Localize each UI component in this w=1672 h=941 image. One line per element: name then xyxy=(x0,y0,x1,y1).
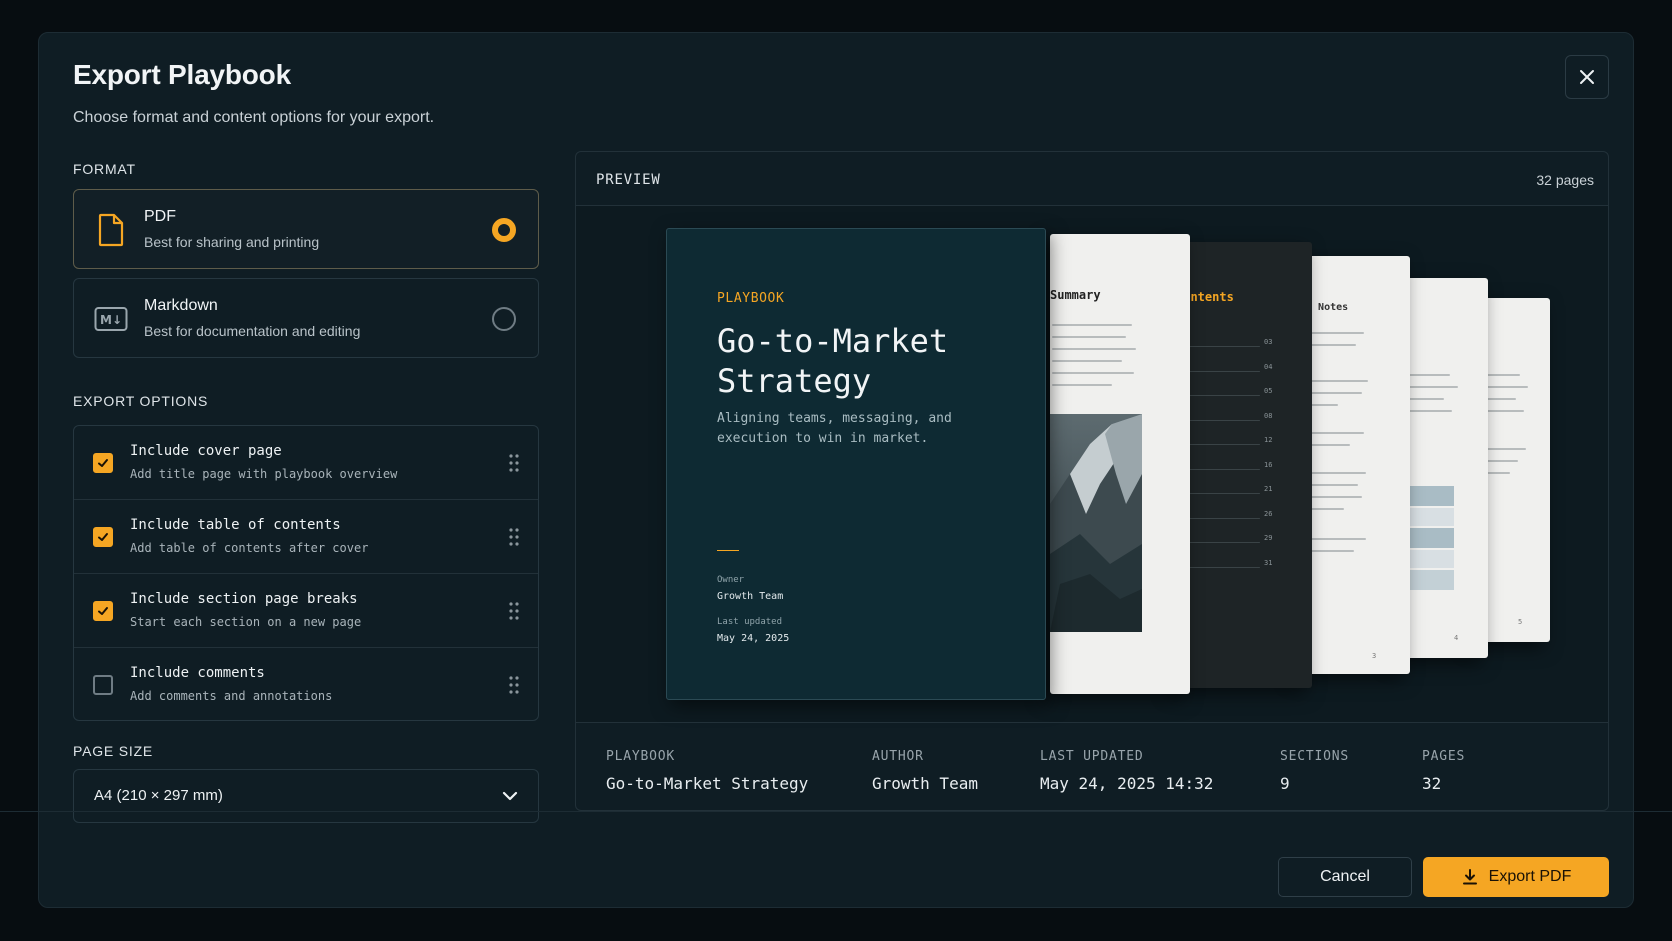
cover-owner: Growth Team xyxy=(717,591,784,602)
option-comments[interactable]: Include comments Add comments and annota… xyxy=(74,648,538,722)
meta-value: Growth Team xyxy=(872,774,978,793)
option-desc: Add comments and annotations xyxy=(130,689,333,703)
markdown-badge: M↓ xyxy=(100,313,122,327)
option-title: Include cover page xyxy=(130,443,282,459)
format-name: PDF xyxy=(144,208,176,225)
page-size-select[interactable]: A4 (210 × 297 mm) xyxy=(73,769,539,823)
cover-subtitle: Aligning teams, messaging, and execution… xyxy=(717,411,952,446)
meta-value: Go-to-Market Strategy xyxy=(606,774,809,793)
page-size-label: PAGE SIZE xyxy=(73,743,154,759)
preview-stage: 5 4 ne Notes 3 Contents 03 04 05 08 12 1… xyxy=(576,206,1608,722)
toc-page-number: 04 xyxy=(1264,362,1273,371)
toc-page-number: 12 xyxy=(1264,436,1273,444)
toc-page-number: 26 xyxy=(1264,509,1273,518)
cancel-button[interactable]: Cancel xyxy=(1278,857,1412,897)
meta-label: PAGES xyxy=(1422,749,1466,764)
drag-handle-icon[interactable] xyxy=(508,675,520,695)
page-size-value: A4 (210 × 297 mm) xyxy=(94,787,223,804)
format-label: FORMAT xyxy=(73,161,136,177)
footer-divider xyxy=(0,811,1672,812)
toc-page-number: 03 xyxy=(1264,338,1273,346)
preview-panel: PREVIEW 32 pages 5 4 ne Notes 3 Contents… xyxy=(575,151,1609,811)
preview-page-toc: Contents 03 04 05 08 12 16 21 26 29 31 xyxy=(1176,242,1312,688)
cover-owner-label: Owner xyxy=(717,575,745,585)
checkbox-comments[interactable] xyxy=(93,675,113,695)
option-section-page-breaks[interactable]: Include section page breaks Start each s… xyxy=(74,574,538,648)
close-button[interactable] xyxy=(1565,55,1609,99)
export-options-list: Include cover page Add title page with p… xyxy=(73,425,539,721)
checkbox-cover-page[interactable] xyxy=(93,453,113,473)
option-title: Include table of contents xyxy=(130,517,341,533)
meta-value: 32 xyxy=(1422,774,1442,793)
meta-value: May 24, 2025 14:32 xyxy=(1040,774,1214,793)
checkmark-icon xyxy=(98,607,108,615)
option-title: Include section page breaks xyxy=(130,591,358,607)
checkmark-icon xyxy=(98,459,108,467)
option-desc: Start each section on a new page xyxy=(130,615,362,629)
meta-last-updated: LAST UPDATED May 24, 2025 14:32 xyxy=(1040,749,1213,793)
page-number: 3 xyxy=(1372,652,1377,660)
checkbox-table-of-contents[interactable] xyxy=(93,527,113,547)
export-dialog: Export Playbook Choose format and conten… xyxy=(38,32,1634,908)
chevron-down-icon xyxy=(502,791,518,801)
export-button-label: Export PDF xyxy=(1488,868,1572,885)
export-pdf-button[interactable]: Export PDF xyxy=(1423,857,1609,897)
preview-page-thumbnail: ne Notes 3 xyxy=(1298,256,1410,674)
checkbox-section-page-breaks[interactable] xyxy=(93,601,113,621)
toc-page-number: 16 xyxy=(1264,460,1273,469)
preview-page-summary: Summary xyxy=(1050,234,1190,694)
page-heading: Summary xyxy=(1050,288,1101,302)
preview-page-count: 32 pages xyxy=(1536,172,1594,188)
dialog-title: Export Playbook xyxy=(73,59,291,90)
meta-label: AUTHOR xyxy=(872,749,924,764)
drag-handle-icon[interactable] xyxy=(508,527,520,547)
meta-value: 9 xyxy=(1280,774,1290,793)
cover-title: Go-to-Market Strategy xyxy=(717,322,949,400)
dialog-subtitle: Choose format and content options for yo… xyxy=(73,109,435,126)
checkmark-icon xyxy=(98,533,108,541)
option-title: Include comments xyxy=(130,665,265,681)
format-option-pdf[interactable]: PDF Best for sharing and printing xyxy=(73,189,539,269)
preview-cover-page: PLAYBOOK Go-to-Market Strategy Aligning … xyxy=(666,228,1046,700)
page-number: 5 xyxy=(1518,618,1523,626)
format-desc: Best for documentation and editing xyxy=(144,323,361,339)
radio-pdf[interactable] xyxy=(492,218,516,242)
export-options-label: EXPORT OPTIONS xyxy=(73,393,209,409)
toc-page-number: 29 xyxy=(1264,534,1273,542)
close-icon xyxy=(1580,70,1594,84)
cover-divider xyxy=(717,550,739,551)
meta-author: AUTHOR Growth Team xyxy=(872,749,978,793)
option-desc: Add table of contents after cover xyxy=(130,541,369,555)
meta-label: PLAYBOOK xyxy=(606,749,676,764)
meta-playbook: PLAYBOOK Go-to-Market Strategy xyxy=(606,749,808,793)
preview-header: PREVIEW 32 pages xyxy=(576,152,1608,206)
option-desc: Add title page with playbook overview xyxy=(130,467,398,481)
drag-handle-icon[interactable] xyxy=(508,601,520,621)
cover-updated: May 24, 2025 xyxy=(717,633,790,644)
toc-page-number: 05 xyxy=(1264,387,1273,395)
toc-page-number: 08 xyxy=(1264,411,1273,420)
option-table-of-contents[interactable]: Include table of contents Add table of c… xyxy=(74,500,538,574)
file-icon xyxy=(98,213,124,247)
meta-sections: SECTIONS 9 xyxy=(1280,749,1349,793)
drag-handle-icon[interactable] xyxy=(508,453,520,473)
format-option-markdown[interactable]: M↓ Markdown Best for documentation and e… xyxy=(73,278,539,358)
toc-page-number: 21 xyxy=(1264,485,1273,493)
mountain-image xyxy=(1050,414,1142,632)
markdown-icon: M↓ xyxy=(94,307,128,331)
cover-updated-label: Last updated xyxy=(717,617,783,627)
meta-label: SECTIONS xyxy=(1280,749,1350,764)
radio-markdown[interactable] xyxy=(492,307,516,331)
toc-page-number: 31 xyxy=(1264,558,1273,567)
meta-label: LAST UPDATED xyxy=(1040,749,1144,764)
format-desc: Best for sharing and printing xyxy=(144,234,320,250)
page-number: 4 xyxy=(1454,634,1459,642)
preview-metadata: PLAYBOOK Go-to-Market Strategy AUTHOR Gr… xyxy=(576,722,1608,810)
cover-kicker: PLAYBOOK xyxy=(717,291,785,306)
download-icon xyxy=(1462,869,1477,885)
preview-label: PREVIEW xyxy=(596,172,661,188)
option-cover-page[interactable]: Include cover page Add title page with p… xyxy=(74,426,538,500)
meta-pages: PAGES 32 xyxy=(1422,749,1465,793)
format-name: Markdown xyxy=(144,297,218,314)
